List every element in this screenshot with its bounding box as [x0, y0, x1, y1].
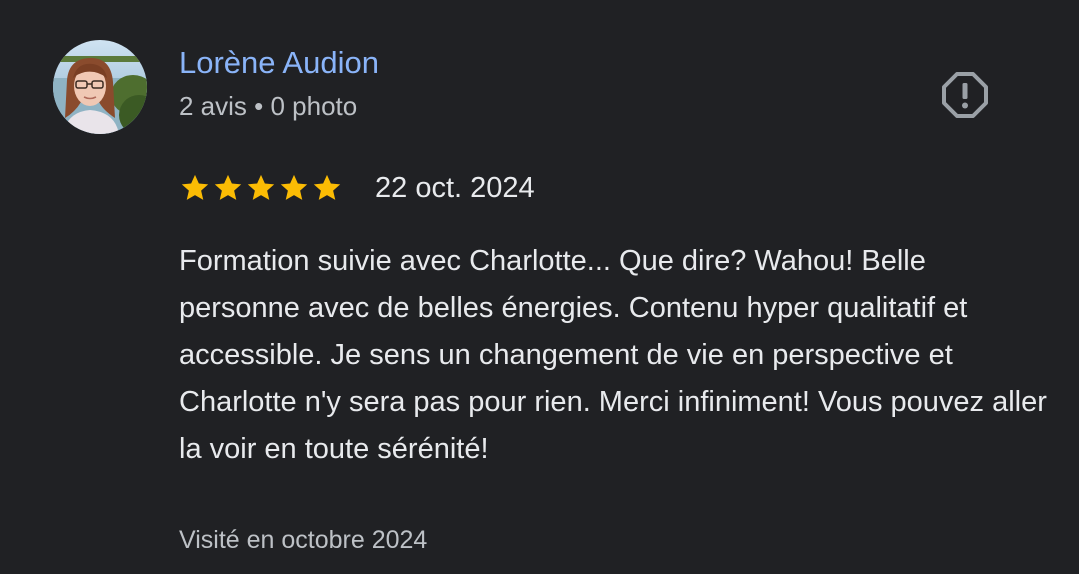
avatar-photo	[53, 40, 147, 134]
star-icon	[280, 174, 308, 200]
author-avatar[interactable]	[53, 40, 147, 134]
star-rating	[179, 172, 343, 204]
star-icon	[247, 174, 275, 200]
star-icon	[214, 174, 242, 200]
star-icon	[313, 174, 341, 200]
report-review-button[interactable]	[938, 68, 992, 122]
review-date: 22 oct. 2024	[375, 172, 535, 204]
author-review-count: 2 avis • 0 photo	[179, 91, 358, 121]
star-icon	[181, 174, 209, 200]
report-alert-octagon-icon	[942, 72, 988, 118]
author-name-link[interactable]: Lorène Audion	[179, 44, 379, 82]
review-text: Formation suivie avec Charlotte... Que d…	[179, 245, 1047, 465]
rating-row: 22 oct. 2024	[179, 168, 535, 208]
visit-date: Visité en octobre 2024	[179, 526, 428, 554]
